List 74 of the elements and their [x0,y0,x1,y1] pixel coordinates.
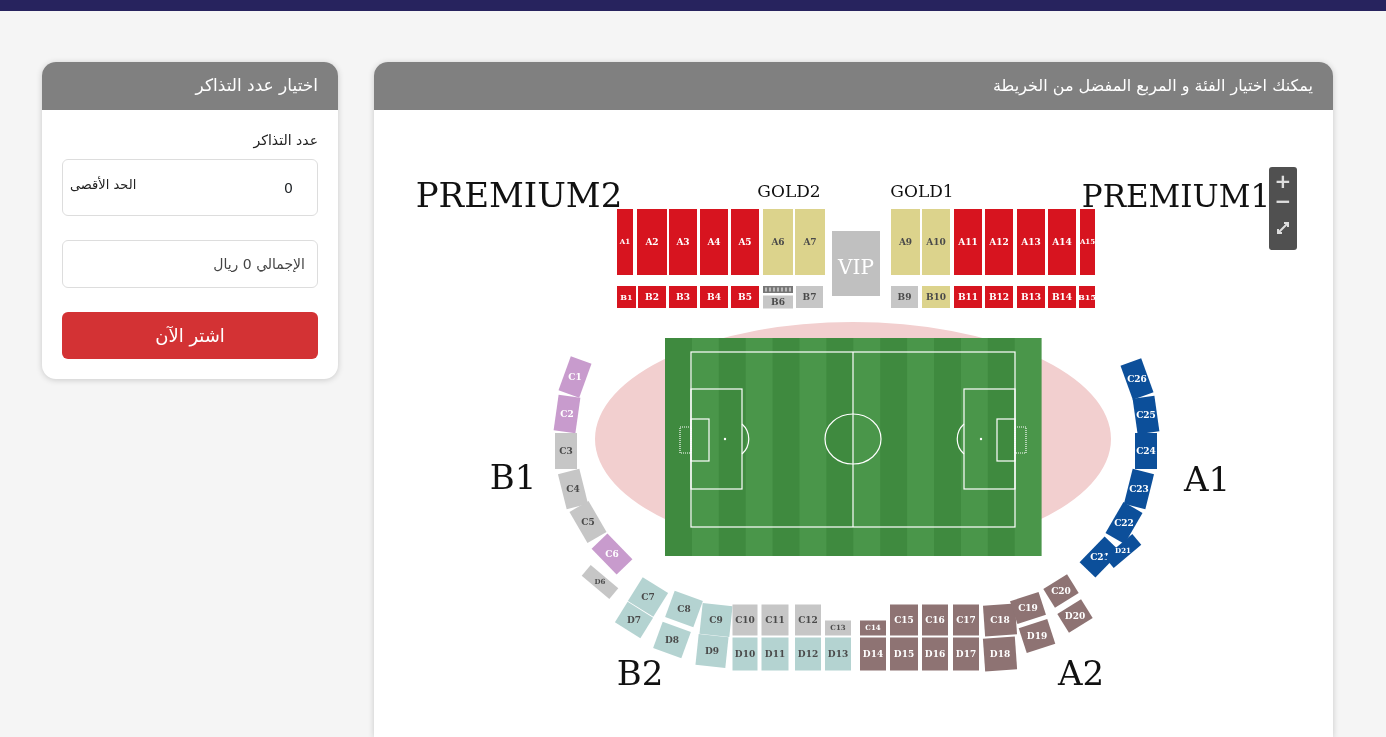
seating-section[interactable]: B12 [985,286,1013,308]
seating-section[interactable]: D14 [860,637,886,671]
seating-section[interactable]: B1 [617,286,636,308]
seating-section[interactable]: A11 [954,209,982,275]
seating-section[interactable]: C7 [627,577,669,617]
seating-section[interactable]: A12 [985,209,1013,275]
seating-section[interactable]: D8 [653,621,691,659]
seating-section[interactable]: D10 [732,637,758,671]
fullscreen-icon[interactable] [1276,221,1290,235]
max-label: الحد الأقصى [70,175,137,194]
seating-section[interactable]: C16 [922,604,948,636]
stand-label: B1 [489,457,537,497]
seating-section[interactable]: C5 [569,500,607,544]
seating-section[interactable]: C12 [795,604,821,636]
seating-section[interactable]: C25 [1132,395,1160,435]
seating-section[interactable]: C10 [732,604,758,636]
stand-label: A2 [1057,653,1105,693]
seating-section[interactable]: B15 [1078,286,1096,308]
seating-section[interactable]: A13 [1017,209,1045,275]
seating-section[interactable]: B4 [700,286,728,308]
seating-section[interactable]: D12 [795,637,821,671]
seating-section[interactable]: C9 [699,603,733,637]
seating-section[interactable]: C24 [1135,433,1157,469]
seating-section[interactable]: C17 [953,604,979,636]
seating-section[interactable]: A6 [763,209,793,275]
seating-section[interactable]: D11 [761,637,789,671]
seating-section[interactable]: D18 [982,636,1018,672]
seating-section[interactable]: D17 [953,637,979,671]
seating-section[interactable]: B10 [922,286,950,308]
total-field[interactable]: الإجمالي 0 ريال [62,240,318,288]
field-label: عدد التذاكر [252,131,318,151]
seating-section[interactable]: A14 [1048,209,1076,275]
seating-section[interactable]: A10 [922,209,950,275]
seating-section[interactable]: D20 [1057,599,1093,633]
seating-section[interactable]: C26 [1120,358,1154,400]
seating-section[interactable]: B13 [1017,286,1045,308]
seating-section[interactable]: B6 [763,295,793,309]
seating-section[interactable]: C8 [665,590,703,628]
seating-section[interactable]: A5 [731,209,759,275]
seating-section[interactable]: B9 [891,286,918,308]
seating-section[interactable]: A4 [700,209,728,275]
panel-title: اختيار عدد التذاكر [195,74,318,98]
row-strip [763,286,793,293]
seating-section[interactable]: A3 [669,209,697,275]
seating-section[interactable]: D15 [890,637,918,671]
seating-section[interactable]: B3 [669,286,697,308]
zoom-out-button[interactable]: − [1271,191,1295,211]
seating-section[interactable]: C23 [1123,468,1155,510]
seating-section[interactable]: C15 [890,604,918,636]
seating-section[interactable]: B5 [731,286,759,308]
seating-section[interactable]: C20 [1043,574,1079,608]
seating-section[interactable]: B14 [1048,286,1076,308]
seating-section[interactable]: D7 [614,601,654,639]
stand-label: GOLD1 [890,181,954,201]
seating-section[interactable]: A7 [795,209,825,275]
buy-button[interactable]: اشتر الآن [62,312,318,359]
seating-section[interactable]: D9 [695,634,729,668]
seating-section[interactable]: D16 [922,637,948,671]
seating-section[interactable]: C4 [557,468,589,510]
zoom-in-button[interactable]: + [1271,171,1295,191]
seating-section[interactable]: B7 [796,286,823,308]
seating-section[interactable]: A9 [891,209,920,275]
seating-section[interactable]: A2 [637,209,667,275]
seating-section[interactable]: D13 [825,637,851,671]
seating-section[interactable]: D19 [1018,619,1056,653]
seating-section[interactable]: C11 [761,604,789,636]
seating-section[interactable]: C3 [555,433,577,469]
stand-label: A1 [1183,459,1231,499]
panel-title: يمكنك اختيار الفئة و المربع المفضل من الخريطة [993,75,1313,98]
seating-section[interactable]: C18 [982,603,1018,637]
seating-section[interactable]: B2 [638,286,666,308]
stand-label: GOLD2 [757,181,821,201]
seating-section[interactable]: C19 [1010,591,1046,625]
seating-section[interactable]: B11 [954,286,982,308]
